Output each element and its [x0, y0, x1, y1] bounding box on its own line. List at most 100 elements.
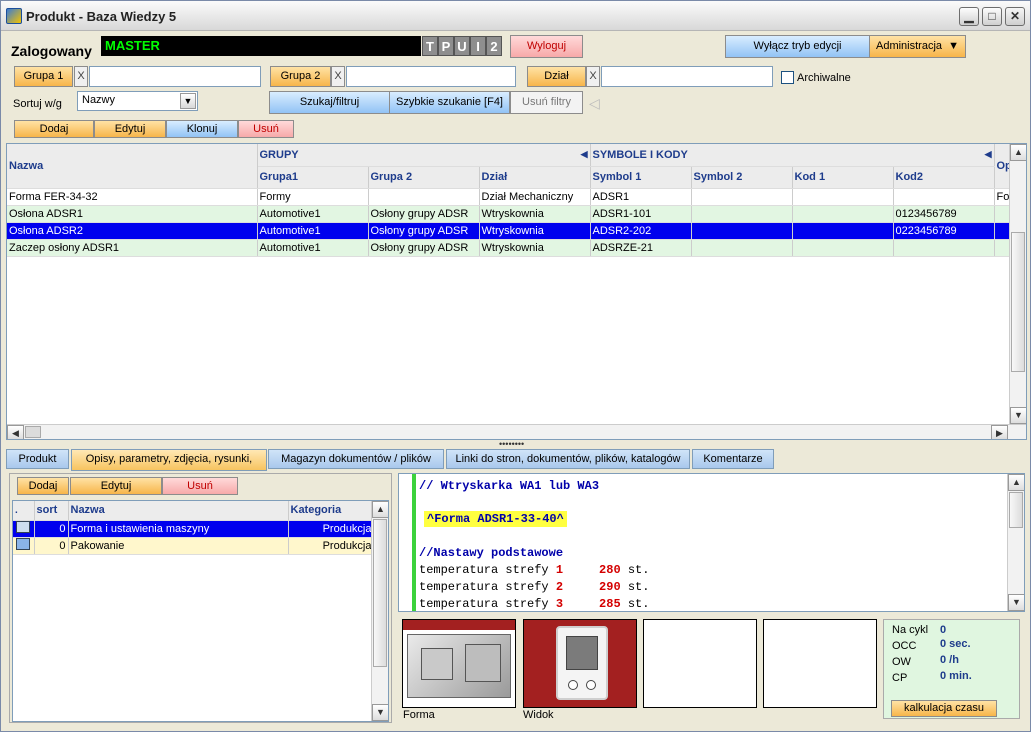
band-symbols[interactable]: SYMBOLE I KODY ◀: [590, 144, 995, 167]
scroll-up-icon[interactable]: ▲: [372, 501, 388, 518]
edit-button[interactable]: Edytuj: [94, 120, 166, 138]
flag-i[interactable]: I: [470, 36, 486, 56]
clone-button[interactable]: Klonuj: [166, 120, 238, 138]
sort-select[interactable]: Nazwy ▼: [77, 91, 198, 111]
image-forma[interactable]: [402, 619, 516, 708]
image-forma-caption: Forma: [403, 709, 435, 721]
col-grupa1[interactable]: Grupa1: [257, 166, 369, 189]
logout-button[interactable]: Wyloguj: [510, 35, 583, 58]
temp-zone: 3: [555, 597, 564, 611]
logged-label: Zalogowany: [11, 43, 92, 59]
group2-field[interactable]: [346, 66, 516, 87]
table-row-selected[interactable]: Osłona ADSR2 Automotive1 Osłony grupy AD…: [7, 222, 1016, 240]
col-symbol1[interactable]: Symbol 1: [590, 166, 692, 189]
scroll-down-icon[interactable]: ▼: [1008, 594, 1024, 611]
dept-clear[interactable]: X: [586, 66, 600, 87]
col-nazwa[interactable]: Nazwa: [68, 501, 289, 521]
dept-button[interactable]: Dział: [527, 66, 586, 87]
sub-edit-button[interactable]: Edytuj: [70, 477, 162, 495]
col-kod1[interactable]: Kod 1: [792, 166, 894, 189]
maximize-button[interactable]: □: [982, 7, 1002, 26]
clear-filters-button[interactable]: Usuń filtry: [510, 91, 583, 114]
close-button[interactable]: ✕: [1005, 7, 1025, 26]
scroll-up-icon[interactable]: ▲: [1008, 474, 1024, 491]
delete-button[interactable]: Usuń: [238, 120, 294, 138]
flag-p[interactable]: P: [438, 36, 454, 56]
tab-linki[interactable]: Linki do stron, dokumentów, plików, kata…: [446, 449, 690, 469]
hscroll-thumb[interactable]: [25, 426, 41, 438]
group1-button[interactable]: Grupa 1: [14, 66, 73, 87]
collapse-icon[interactable]: ◀: [581, 149, 588, 160]
search-button[interactable]: Szukaj/filtruj: [269, 91, 390, 114]
cell-g2: Osłony grupy ADSR: [368, 222, 480, 240]
quick-search-button[interactable]: Szybkie szukanie [F4]: [389, 91, 510, 114]
image-slot-3[interactable]: [643, 619, 757, 708]
group1-clear[interactable]: X: [74, 66, 88, 87]
sub-delete-button[interactable]: Usuń: [162, 477, 238, 495]
admin-menu[interactable]: Administracja ▼: [869, 35, 966, 58]
temp-label: temperatura strefy: [419, 580, 549, 594]
scroll-down-icon[interactable]: ▼: [1010, 407, 1026, 424]
group2-clear[interactable]: X: [331, 66, 345, 87]
col-icon[interactable]: .: [13, 501, 35, 521]
cell-s1: ADSR1: [590, 188, 692, 206]
add-button[interactable]: Dodaj: [14, 120, 94, 138]
image-widok[interactable]: [523, 619, 637, 708]
subgrid-vscroll[interactable]: ▲ ▼: [371, 501, 388, 721]
scroll-thumb[interactable]: [373, 519, 387, 667]
scroll-down-icon[interactable]: ▼: [372, 704, 388, 721]
cell-g1: Automotive1: [257, 205, 369, 223]
editor-gutter: [412, 474, 416, 611]
edit-mode-button[interactable]: Wyłącz tryb edycji: [725, 35, 870, 58]
cell-k2: [893, 239, 995, 257]
minimize-button[interactable]: ▁: [959, 7, 979, 26]
flag-t[interactable]: T: [422, 36, 438, 56]
col-symbol2[interactable]: Symbol 2: [691, 166, 793, 189]
tab-produkt[interactable]: Produkt: [6, 449, 69, 469]
calc-value: 0: [940, 624, 947, 636]
group1-field[interactable]: [89, 66, 261, 87]
image-slot-4[interactable]: [763, 619, 877, 708]
tab-magazyn[interactable]: Magazyn dokumentów / plików: [268, 449, 444, 469]
cell-dept: Wtryskownia: [479, 205, 591, 223]
flag-2[interactable]: 2: [486, 36, 502, 56]
group2-button[interactable]: Grupa 2: [270, 66, 331, 87]
item-name: Forma i ustawienia maszyny: [68, 520, 289, 538]
col-kod2[interactable]: Kod2: [893, 166, 995, 189]
scroll-left-icon[interactable]: ◀: [7, 425, 24, 439]
scroll-thumb[interactable]: [1011, 232, 1025, 372]
code-line-highlight: ^Forma ADSR1-33-40^: [424, 511, 567, 527]
tab-komentarze[interactable]: Komentarze: [692, 449, 774, 469]
flag-u[interactable]: U: [454, 36, 470, 56]
table-row[interactable]: Zaczep osłony ADSR1 Automotive1 Osłony g…: [7, 239, 1016, 257]
code-line-comment: // Wtryskarka WA1 lub WA3: [419, 479, 600, 493]
table-row[interactable]: Forma FER-34-32 Formy Dział Mechaniczny …: [7, 188, 1016, 206]
list-item-selected[interactable]: 0 Forma i ustawienia maszyny Produkcja: [13, 520, 375, 538]
scroll-right-icon[interactable]: ▶: [991, 425, 1008, 439]
table-row[interactable]: Osłona ADSR1 Automotive1 Osłony grupy AD…: [7, 205, 1016, 223]
scroll-thumb[interactable]: [1009, 492, 1023, 528]
scroll-up-icon[interactable]: ▲: [1010, 144, 1026, 161]
tab-opisy[interactable]: Opisy, parametry, zdjęcia, rysunki,: [71, 449, 267, 471]
chevron-down-icon[interactable]: ▼: [180, 93, 196, 109]
archived-checkbox[interactable]: [781, 71, 794, 84]
calendar-icon: [13, 537, 35, 555]
col-sort[interactable]: sort: [34, 501, 69, 521]
col-grupa2[interactable]: Grupa 2: [368, 166, 480, 189]
cell-k1: [792, 239, 894, 257]
dept-field[interactable]: [601, 66, 773, 87]
time-calc-button[interactable]: kalkulacja czasu: [891, 700, 997, 717]
grid-hscroll[interactable]: ◀ ▶: [7, 424, 1026, 439]
splitter-grip[interactable]: ••••••••: [499, 439, 524, 449]
col-dzial[interactable]: Dział: [479, 166, 591, 189]
editor-vscroll[interactable]: ▲ ▼: [1007, 474, 1024, 611]
sub-add-button[interactable]: Dodaj: [17, 477, 69, 495]
description-editor[interactable]: // Wtryskarka WA1 lub WA3 ^Forma ADSR1-3…: [398, 473, 1025, 612]
col-name-header[interactable]: Nazwa: [7, 144, 258, 189]
band-groups[interactable]: GRUPY ◀: [257, 144, 591, 167]
col-kategoria[interactable]: Kategoria: [288, 501, 375, 521]
grid-vscroll[interactable]: ▲ ▼: [1009, 144, 1026, 424]
list-item[interactable]: 0 Pakowanie Produkcja: [13, 537, 375, 555]
collapse-icon[interactable]: ◀: [985, 149, 992, 160]
cell-k2: [893, 188, 995, 206]
